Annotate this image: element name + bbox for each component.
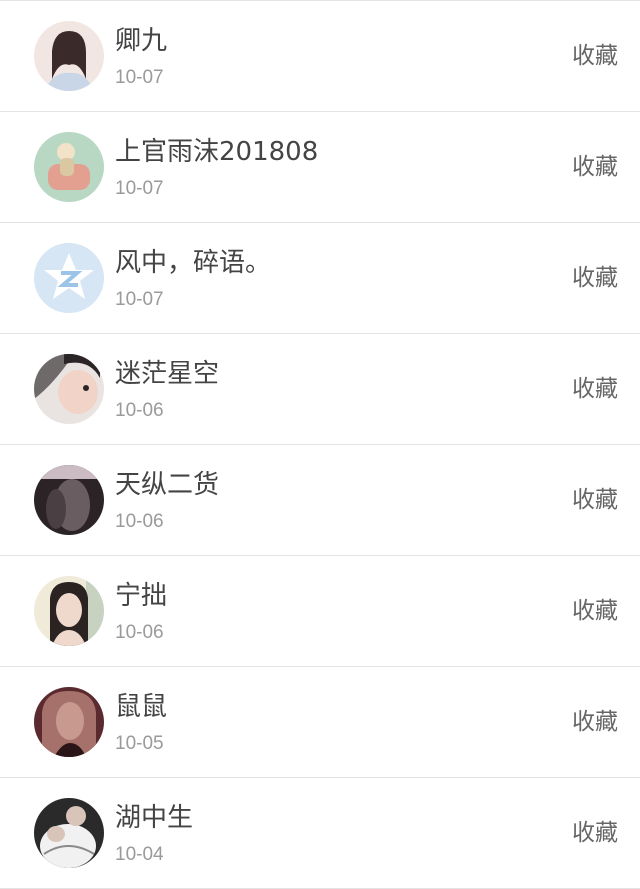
follower-name: 天纵二货 xyxy=(115,470,220,500)
avatar[interactable] xyxy=(34,798,104,868)
favorite-button[interactable]: 收藏 xyxy=(572,705,618,739)
follower-list: 卿九 10-07 收藏 上官雨沫201808 10-07 收藏 风中，碎语。 1… xyxy=(0,0,640,889)
avatar[interactable] xyxy=(34,465,104,535)
avatar-image xyxy=(34,132,104,202)
favorite-button[interactable]: 收藏 xyxy=(572,816,618,850)
avatar[interactable] xyxy=(34,132,104,202)
avatar[interactable] xyxy=(34,576,104,646)
follow-date: 10-07 xyxy=(115,178,164,199)
list-item[interactable]: 上官雨沫201808 10-07 收藏 xyxy=(0,112,640,223)
avatar[interactable] xyxy=(34,354,104,424)
list-item[interactable]: 卿九 10-07 收藏 xyxy=(0,0,640,112)
avatar-image xyxy=(34,798,104,868)
avatar-image xyxy=(34,576,104,646)
list-item[interactable]: 鼠鼠 10-05 收藏 xyxy=(0,667,640,778)
avatar[interactable] xyxy=(34,243,104,313)
follower-name: 卿九 xyxy=(115,26,168,56)
list-item[interactable]: 风中，碎语。 10-07 收藏 xyxy=(0,223,640,334)
favorite-button[interactable]: 收藏 xyxy=(572,594,618,628)
list-item[interactable]: 天纵二货 10-06 收藏 xyxy=(0,445,640,556)
avatar-image xyxy=(34,687,104,757)
follow-date: 10-07 xyxy=(115,67,164,88)
follow-date: 10-07 xyxy=(115,289,164,310)
follow-date: 10-06 xyxy=(115,622,164,643)
avatar-image xyxy=(34,21,104,91)
follow-date: 10-05 xyxy=(115,733,164,754)
avatar-image xyxy=(34,465,104,535)
list-item[interactable]: 湖中生 10-04 收藏 xyxy=(0,778,640,889)
avatar[interactable] xyxy=(34,21,104,91)
favorite-button[interactable]: 收藏 xyxy=(572,39,618,73)
avatar-image xyxy=(34,243,104,313)
follower-name: 宁拙 xyxy=(115,581,168,611)
follow-date: 10-04 xyxy=(115,844,164,865)
follower-name: 上官雨沫201808 xyxy=(115,137,319,167)
follow-date: 10-06 xyxy=(115,511,164,532)
favorite-button[interactable]: 收藏 xyxy=(572,483,618,517)
favorite-button[interactable]: 收藏 xyxy=(572,372,618,406)
avatar-image xyxy=(34,354,104,424)
list-item[interactable]: 宁拙 10-06 收藏 xyxy=(0,556,640,667)
favorite-button[interactable]: 收藏 xyxy=(572,261,618,295)
follower-name: 风中，碎语。 xyxy=(115,248,272,278)
follow-date: 10-06 xyxy=(115,400,164,421)
follower-name: 迷茫星空 xyxy=(115,359,220,389)
follower-name: 湖中生 xyxy=(115,803,194,833)
avatar[interactable] xyxy=(34,687,104,757)
follower-name: 鼠鼠 xyxy=(115,692,168,722)
favorite-button[interactable]: 收藏 xyxy=(572,150,618,184)
list-item[interactable]: 迷茫星空 10-06 收藏 xyxy=(0,334,640,445)
